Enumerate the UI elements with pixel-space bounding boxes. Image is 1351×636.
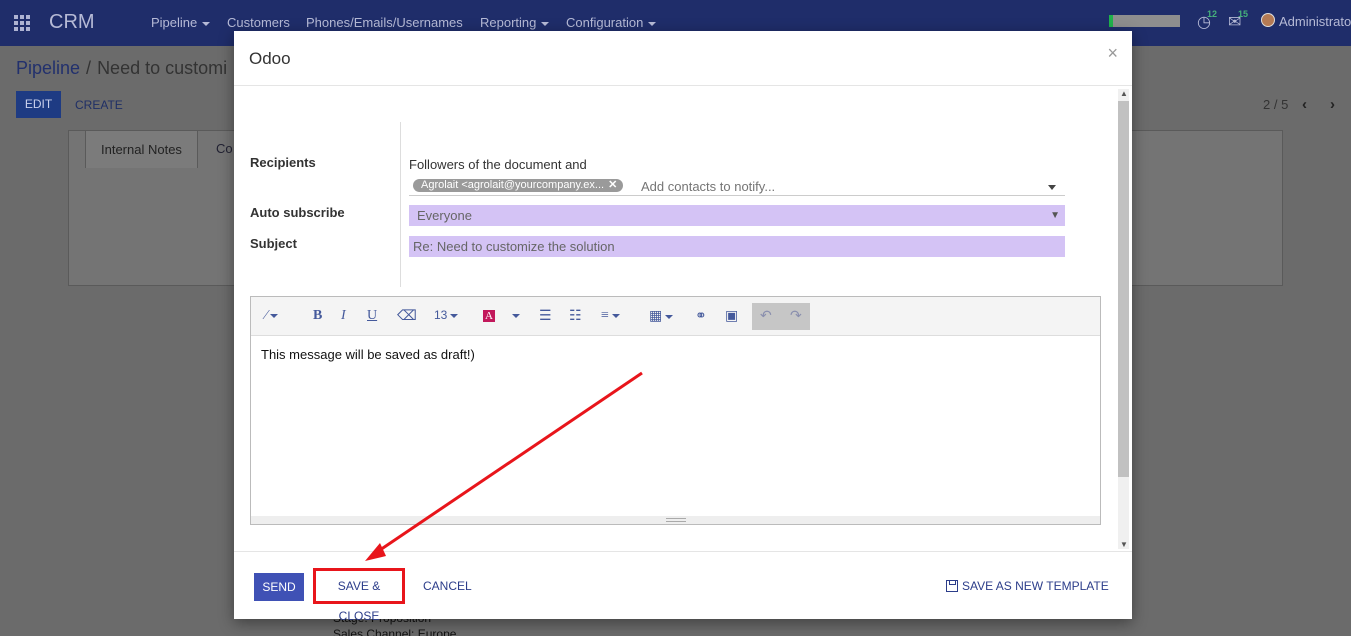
user-menu[interactable]: Administrator [1279,14,1351,29]
eraser-icon[interactable]: ⌫ [397,308,417,324]
activity-clock-icon[interactable]: ◷ 12 [1197,9,1218,32]
apps-menu-icon[interactable] [14,15,30,31]
remove-tag-icon[interactable]: ✕ [608,179,617,191]
progress-bar [1109,15,1180,27]
pager-value: 2 / 5 [1263,97,1289,112]
breadcrumb: Pipeline / Need to customi [16,58,227,79]
menu-customers[interactable]: Customers [227,15,290,30]
menu-configuration-label: Configuration [566,15,644,30]
font-size-dropdown[interactable]: 13 [434,308,459,324]
save-close-button[interactable]: SAVE & CLOSE [313,568,405,623]
dialog-body: Recipients Followers of the document and… [234,87,1132,550]
contacts-input[interactable] [641,177,1031,195]
menu-reporting-label: Reporting [480,15,537,30]
resize-grip-icon [666,518,686,522]
dialog-header: Odoo × [234,31,1132,86]
breadcrumb-separator: / [86,58,92,78]
divider [400,122,401,287]
menu-pipeline[interactable]: Pipeline [151,15,211,30]
breadcrumb-current: Need to customi [97,58,228,78]
menu-phones-emails[interactable]: Phones/Emails/Usernames [306,15,463,30]
underline-icon[interactable]: U [367,308,377,324]
editor-resize-handle[interactable] [251,516,1100,524]
subject-label: Subject [250,236,297,251]
redo-icon[interactable]: ↷ [790,307,802,324]
style-wand-icon[interactable]: ⁄ [265,308,279,324]
tab-internal-notes[interactable]: Internal Notes [85,130,198,168]
app-name: CRM [49,11,95,33]
cancel-button[interactable]: CANCEL [423,579,472,593]
auto-subscribe-value: Everyone [417,208,472,223]
chevron-down-icon [202,21,211,26]
subject-input[interactable] [409,236,1065,257]
save-template-label: SAVE AS NEW TEMPLATE [962,579,1109,593]
numbered-list-icon[interactable]: ☷ [569,308,582,324]
editor-toolbar: ⁄ B I U ⌫ 13 A ☰ ☷ ≡ ▦ ⚭ ▣ ↶ ↷ [251,297,1100,336]
scroll-thumb[interactable] [1118,101,1129,477]
chevron-down-icon [541,21,550,26]
editor-content[interactable]: This message will be saved as draft!) [261,347,475,362]
bullet-list-icon[interactable]: ☰ [539,308,552,324]
undo-icon[interactable]: ↶ [760,307,772,324]
scroll-down-icon[interactable]: ▼ [1120,540,1128,549]
chevron-down-icon[interactable] [1048,185,1056,190]
send-button[interactable]: SEND [254,573,304,601]
dialog-scrollbar[interactable]: ▲ ▼ [1118,89,1129,549]
table-icon[interactable]: ▦ [649,308,674,324]
edit-button[interactable]: EDIT [16,91,61,118]
create-button[interactable]: CREATE [75,98,123,112]
compose-dialog: Odoo × Recipients Followers of the docum… [234,31,1132,623]
align-icon[interactable]: ≡ [601,308,620,324]
message-count-badge: 15 [1238,9,1249,19]
font-color-icon[interactable]: A [483,308,495,324]
auto-subscribe-select[interactable]: Everyone ▼ [409,205,1065,226]
save-template-button[interactable]: SAVE AS NEW TEMPLATE [946,579,1109,593]
contacts-underline [409,195,1065,196]
bold-icon[interactable]: B [313,308,322,324]
dialog-footer: SEND SAVE & CLOSE CANCEL SAVE AS NEW TEM… [234,551,1132,623]
image-icon[interactable]: ▣ [725,308,738,324]
floppy-disk-icon [946,580,958,592]
followers-text: Followers of the document and [409,157,587,172]
menu-pipeline-label: Pipeline [151,15,198,30]
recipient-tag: Agrolait <agrolait@yourcompany.ex... ✕ [413,179,624,192]
tab-other[interactable]: Co [216,141,233,156]
chat-icon[interactable]: ✉ 15 [1228,9,1249,32]
chevron-down-icon [648,21,657,26]
italic-icon[interactable]: I [341,308,346,324]
menu-configuration[interactable]: Configuration [566,15,657,30]
auto-subscribe-label: Auto subscribe [250,205,345,220]
select-arrow-icon: ▼ [1050,210,1060,221]
breadcrumb-pipeline-link[interactable]: Pipeline [16,58,80,78]
activity-count-badge: 12 [1207,9,1218,19]
font-color-swatch: A [483,310,495,322]
recipients-label: Recipients [250,155,316,170]
close-icon[interactable]: × [1107,43,1118,64]
dialog-title: Odoo [249,49,291,68]
font-color-dropdown-icon[interactable] [509,308,520,324]
history-group: ↶ ↷ [752,303,810,330]
pager-next-icon[interactable]: › [1330,96,1335,113]
menu-reporting[interactable]: Reporting [480,15,550,30]
recipient-tag-label: Agrolait <agrolait@yourcompany.ex... [421,179,605,191]
scroll-up-icon[interactable]: ▲ [1120,89,1128,98]
message-editor: ⁄ B I U ⌫ 13 A ☰ ☷ ≡ ▦ ⚭ ▣ ↶ ↷ This mess… [250,296,1101,525]
link-icon[interactable]: ⚭ [695,308,707,324]
avatar[interactable] [1261,13,1275,27]
pager-prev-icon[interactable]: ‹ [1302,96,1307,113]
font-size-value: 13 [434,308,448,322]
